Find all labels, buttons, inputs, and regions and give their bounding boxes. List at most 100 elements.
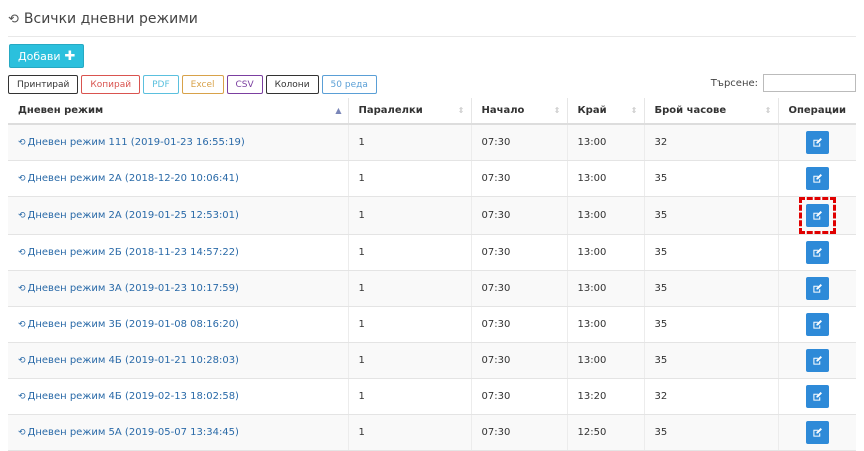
cell-operations xyxy=(778,234,856,271)
history-icon: ⟲ xyxy=(8,11,19,27)
column-header-label: Начало xyxy=(481,105,525,116)
toolbar-button-4[interactable]: CSV xyxy=(226,75,263,94)
toolbar-button-0[interactable]: Принтирай xyxy=(8,75,79,94)
export-toolbar: Принтирай Копирай PDF Excel CSV Колони 50 реда xyxy=(8,75,377,94)
cell-end: 12:50 xyxy=(567,414,645,451)
cell-operations xyxy=(778,378,856,415)
regime-link[interactable]: Дневен режим 111 (2019-01-23 16:55:19) xyxy=(28,137,245,148)
table-row: ⟲ Дневен режим 4Б (2019-02-13 18:02:58) 1 0… xyxy=(8,378,856,415)
cell-name[interactable]: ⟲ Дневен режим 111 (2019-01-23 16:55:19) xyxy=(8,124,349,161)
toolbar-button-5[interactable]: Колони xyxy=(265,75,319,94)
column-header-paralelki[interactable]: Паралелки ⇕ xyxy=(348,98,472,125)
page: ⟲ Всички дневни режими Добави ✚ Принтира… xyxy=(0,0,864,451)
cell-name[interactable]: ⟲ Дневен режим 2А (2018-12-20 10:06:41) xyxy=(8,160,349,197)
edit-icon xyxy=(812,391,823,402)
edit-button[interactable] xyxy=(805,312,829,336)
column-header-name[interactable]: Дневен режим ▲ xyxy=(8,98,349,125)
search-label: Търсене: xyxy=(710,77,758,89)
cell-hours: 35 xyxy=(644,414,779,451)
cell-paralelki: 1 xyxy=(348,196,472,235)
regime-link[interactable]: Дневен режим 2А (2019-01-25 12:53:01) xyxy=(28,210,239,221)
cell-name[interactable]: ⟲ Дневен режим 3А (2019-01-23 10:17:59) xyxy=(8,270,349,307)
cell-hours: 35 xyxy=(644,306,779,343)
cell-paralelki: 1 xyxy=(348,414,472,451)
table-body: ⟲ Дневен режим 111 (2019-01-23 16:55:19) 1… xyxy=(8,124,856,451)
cell-paralelki: 1 xyxy=(348,270,472,307)
edit-button[interactable] xyxy=(805,203,829,227)
table-row: ⟲ Дневен режим 2Б (2018-11-23 14:57:22) 1 0… xyxy=(8,234,856,271)
search-input[interactable] xyxy=(763,74,856,92)
toolbar-button-3[interactable]: Excel xyxy=(181,75,224,94)
page-title-text: Всички дневни режими xyxy=(23,11,198,27)
history-icon: ⟲ xyxy=(18,283,26,294)
edit-button[interactable] xyxy=(805,240,829,264)
edit-button[interactable] xyxy=(805,130,829,154)
table-row: ⟲ Дневен режим 3А (2019-01-23 10:17:59) 1 0… xyxy=(8,270,856,307)
cell-start: 07:30 xyxy=(471,160,568,197)
cell-paralelki: 1 xyxy=(348,378,472,415)
cell-paralelki: 1 xyxy=(348,342,472,379)
toolbar-button-1[interactable]: Копирай xyxy=(81,75,141,94)
toolbar-button-6[interactable]: 50 реда xyxy=(321,75,377,94)
regime-link[interactable]: Дневен режим 3Б (2019-01-08 08:16:20) xyxy=(28,319,239,330)
history-icon: ⟲ xyxy=(18,247,26,258)
column-header-hours[interactable]: Брой часове ⇕ xyxy=(644,98,779,125)
cell-end: 13:00 xyxy=(567,234,645,271)
table-row: ⟲ Дневен режим 2А (2018-12-20 10:06:41) 1 0… xyxy=(8,160,856,197)
cell-hours: 35 xyxy=(644,196,779,235)
highlight-box xyxy=(798,196,836,234)
edit-icon xyxy=(812,283,823,294)
edit-icon xyxy=(812,427,823,438)
cell-start: 07:30 xyxy=(471,414,568,451)
cell-paralelki: 1 xyxy=(348,306,472,343)
cell-name[interactable]: ⟲ Дневен режим 3Б (2019-01-08 08:16:20) xyxy=(8,306,349,343)
column-header-start[interactable]: Начало ⇕ xyxy=(471,98,568,125)
sort-icon: ⇕ xyxy=(630,106,638,115)
cell-start: 07:30 xyxy=(471,234,568,271)
search-box: Търсене: xyxy=(711,74,856,92)
regimes-table: Дневен режим ▲ Паралелки ⇕ Начало ⇕ Край ⇕ Б… xyxy=(8,98,856,451)
cell-start: 07:30 xyxy=(471,378,568,415)
toolbar-button-2[interactable]: PDF xyxy=(143,75,179,94)
column-header-end[interactable]: Край ⇕ xyxy=(567,98,645,125)
cell-operations xyxy=(778,270,856,307)
edit-button[interactable] xyxy=(805,166,829,190)
cell-operations xyxy=(778,306,856,343)
cell-hours: 35 xyxy=(644,270,779,307)
edit-icon xyxy=(812,210,823,221)
history-icon: ⟲ xyxy=(18,210,26,221)
edit-icon xyxy=(812,319,823,330)
regime-link[interactable]: Дневен режим 4Б (2019-02-13 18:02:58) xyxy=(28,391,239,402)
table-header-row: Дневен режим ▲ Паралелки ⇕ Начало ⇕ Край ⇕ Б… xyxy=(8,98,856,125)
cell-paralelki: 1 xyxy=(348,160,472,197)
table-row: ⟲ Дневен режим 4Б (2019-01-21 10:28:03) 1 0… xyxy=(8,342,856,379)
cell-name[interactable]: ⟲ Дневен режим 2Б (2018-11-23 14:57:22) xyxy=(8,234,349,271)
page-title: ⟲ Всички дневни режими xyxy=(8,11,198,27)
column-header-label: Край xyxy=(577,105,607,116)
cell-name[interactable]: ⟲ Дневен режим 2А (2019-01-25 12:53:01) xyxy=(8,196,349,235)
edit-button[interactable] xyxy=(805,348,829,372)
cell-start: 07:30 xyxy=(471,196,568,235)
plus-icon: ✚ xyxy=(64,48,76,64)
regime-link[interactable]: Дневен режим 3А (2019-01-23 10:17:59) xyxy=(28,283,239,294)
history-icon: ⟲ xyxy=(18,391,26,402)
cell-name[interactable]: ⟲ Дневен режим 4Б (2019-02-13 18:02:58) xyxy=(8,378,349,415)
edit-button[interactable] xyxy=(805,276,829,300)
cell-end: 13:00 xyxy=(567,270,645,307)
cell-end: 13:00 xyxy=(567,160,645,197)
cell-operations xyxy=(778,124,856,161)
add-button-label: Добави xyxy=(18,49,61,63)
edit-button[interactable] xyxy=(805,384,829,408)
regime-link[interactable]: Дневен режим 2Б (2018-11-23 14:57:22) xyxy=(28,247,239,258)
sort-icon: ⇕ xyxy=(553,106,561,115)
title-divider xyxy=(8,36,856,37)
edit-button[interactable] xyxy=(805,420,829,444)
regime-link[interactable]: Дневен режим 2А (2018-12-20 10:06:41) xyxy=(28,173,239,184)
cell-name[interactable]: ⟲ Дневен режим 5А (2019-05-07 13:34:45) xyxy=(8,414,349,451)
regime-link[interactable]: Дневен режим 4Б (2019-01-21 10:28:03) xyxy=(28,355,239,366)
add-button[interactable]: Добави ✚ xyxy=(9,44,85,68)
cell-end: 13:20 xyxy=(567,378,645,415)
cell-name[interactable]: ⟲ Дневен режим 4Б (2019-01-21 10:28:03) xyxy=(8,342,349,379)
regime-link[interactable]: Дневен режим 5А (2019-05-07 13:34:45) xyxy=(28,427,239,438)
cell-end: 13:00 xyxy=(567,306,645,343)
